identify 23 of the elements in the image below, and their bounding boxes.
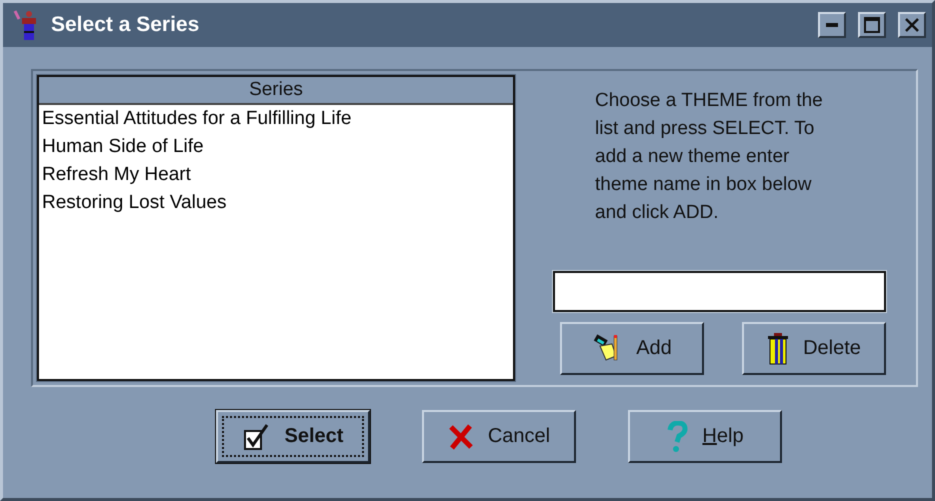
maximize-button[interactable] [858, 12, 886, 38]
minimize-button[interactable] [818, 12, 846, 38]
column-header[interactable]: Series [39, 77, 513, 105]
help-button[interactable]: Help [628, 410, 782, 463]
list-item[interactable]: Restoring Lost Values [39, 189, 513, 217]
add-button[interactable]: Add [560, 322, 704, 375]
list-item[interactable]: Essential Attitudes for a Fulfilling Life [39, 105, 513, 133]
trash-can-icon [767, 332, 790, 364]
cross-icon [448, 424, 474, 450]
minimize-icon [826, 23, 838, 27]
delete-button[interactable]: Delete [742, 322, 886, 375]
checkbox-icon [242, 422, 271, 450]
question-mark-icon [666, 420, 688, 452]
theme-name-field[interactable] [553, 271, 886, 312]
select-button[interactable]: Select [216, 410, 370, 463]
close-icon [904, 17, 920, 33]
instructions-text: Choose a THEME from the list and press SELECT. To add a new theme enter theme name in box below and click ADD. [595, 89, 824, 225]
list-item[interactable]: Human Side of Life [39, 133, 513, 161]
list-item[interactable]: Refresh My Heart [39, 161, 513, 189]
close-button[interactable] [898, 12, 926, 38]
window-title: Select a Series [51, 13, 200, 37]
maximize-icon [864, 17, 880, 33]
cancel-button[interactable]: Cancel [422, 410, 576, 463]
